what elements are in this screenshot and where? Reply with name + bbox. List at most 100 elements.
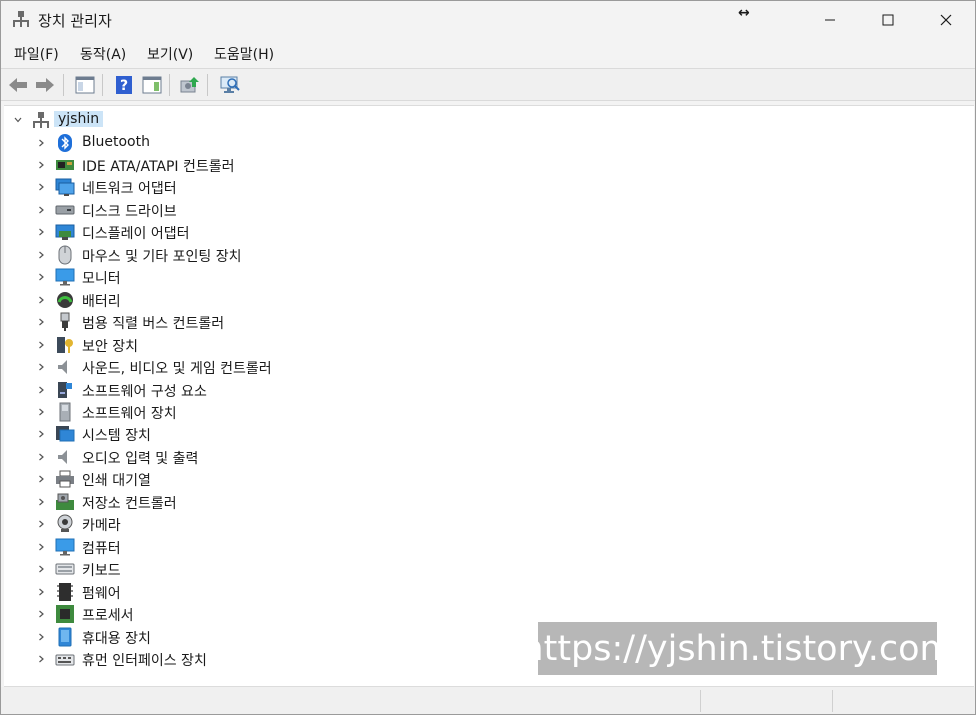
chevron-right-icon[interactable] — [36, 609, 46, 619]
help-icon[interactable]: ? — [113, 74, 135, 96]
tree-item-label: 인쇄 대기열 — [82, 473, 151, 489]
chevron-right-icon[interactable] — [36, 564, 46, 574]
tree-item[interactable]: 펌웨어 — [4, 581, 404, 603]
chevron-right-icon[interactable] — [36, 519, 46, 529]
tree-item[interactable]: 디스크 드라이브 — [4, 199, 404, 221]
tree-item-label: 오디오 입력 및 출력 — [82, 451, 199, 467]
tree-item[interactable]: Bluetooth — [4, 132, 404, 154]
tree-item[interactable]: 저장소 컨트롤러 — [4, 491, 404, 513]
portable-device-icon — [55, 627, 75, 647]
toolbar-separator — [207, 74, 208, 96]
forward-icon[interactable] — [34, 74, 56, 96]
tree-item-label: 소프트웨어 구성 요소 — [82, 384, 207, 400]
resize-arrows-icon: ↔ — [738, 5, 750, 21]
tree-item[interactable]: 시스템 장치 — [4, 423, 404, 445]
close-icon — [940, 14, 952, 26]
software-device-icon — [55, 402, 75, 422]
tree-item-label: 모니터 — [82, 271, 121, 287]
tree-item-label: 디스크 드라이브 — [82, 204, 177, 220]
watermark: https://yjshin.tistory.com — [521, 622, 954, 675]
tree-item-label: 디스플레이 어댑터 — [82, 226, 190, 242]
tree-item[interactable]: IDE ATA/ATAPI 컨트롤러 — [4, 154, 404, 176]
chevron-right-icon[interactable] — [36, 182, 46, 192]
menu-file[interactable]: 파일(F) — [14, 44, 59, 64]
chevron-right-icon[interactable] — [36, 452, 46, 462]
tree-item[interactable]: 사운드, 비디오 및 게임 컨트롤러 — [4, 356, 404, 378]
chevron-right-icon[interactable] — [36, 429, 46, 439]
tree-item[interactable]: 카메라 — [4, 513, 404, 535]
tree-item[interactable]: 컴퓨터 — [4, 536, 404, 558]
show-action-pane-icon[interactable] — [141, 74, 163, 96]
tree-item-label: 소프트웨어 장치 — [82, 406, 177, 422]
tree-item[interactable]: 보안 장치 — [4, 334, 404, 356]
tree-item[interactable]: 휴대용 장치 — [4, 626, 404, 648]
tree-item-label: Bluetooth — [82, 134, 150, 150]
tree-item[interactable]: 네트워크 어댑터 — [4, 176, 404, 198]
title-bar[interactable]: 장치 관리자 ↔ — [1, 1, 975, 39]
close-button[interactable] — [917, 1, 975, 39]
scan-hardware-icon[interactable] — [219, 74, 241, 96]
usb-icon — [55, 312, 75, 332]
tree-root[interactable]: yjshin — [4, 109, 304, 131]
chevron-right-icon[interactable] — [36, 587, 46, 597]
menu-bar: 파일(F) 동작(A) 보기(V) 도움말(H) — [1, 39, 975, 68]
tree-item[interactable]: 소프트웨어 구성 요소 — [4, 379, 404, 401]
tree-item-label: 저장소 컨트롤러 — [82, 496, 177, 512]
tree-item[interactable]: 키보드 — [4, 558, 404, 580]
tree-item[interactable]: 마우스 및 기타 포인팅 장치 — [4, 244, 404, 266]
back-icon[interactable] — [7, 74, 29, 96]
tree-item[interactable]: 디스플레이 어댑터 — [4, 221, 404, 243]
tree-item-label: 시스템 장치 — [82, 428, 151, 444]
tree-item-label: IDE ATA/ATAPI 컨트롤러 — [82, 159, 235, 175]
audio-io-icon — [55, 447, 75, 467]
status-bar — [1, 687, 975, 714]
tree-item-label: 펌웨어 — [82, 586, 121, 602]
chevron-right-icon[interactable] — [36, 474, 46, 484]
chevron-right-icon[interactable] — [36, 340, 46, 350]
chevron-right-icon[interactable] — [36, 632, 46, 642]
minimize-button[interactable] — [801, 1, 859, 39]
chevron-right-icon[interactable] — [36, 542, 46, 552]
show-hide-console-tree-icon[interactable] — [74, 74, 96, 96]
chevron-right-icon[interactable] — [36, 250, 46, 260]
bluetooth-icon — [55, 133, 75, 153]
menu-view[interactable]: 보기(V) — [147, 44, 193, 64]
device-manager-icon — [12, 10, 30, 28]
tree-item[interactable]: 소프트웨어 장치 — [4, 401, 404, 423]
chevron-right-icon[interactable] — [36, 654, 46, 664]
tree-item[interactable]: 프로세서 — [4, 603, 404, 625]
chevron-right-icon[interactable] — [36, 160, 46, 170]
tree-item[interactable]: 배터리 — [4, 289, 404, 311]
chevron-right-icon[interactable] — [36, 407, 46, 417]
tree-item-label: 프로세서 — [82, 608, 134, 624]
tree-item[interactable]: 범용 직렬 버스 컨트롤러 — [4, 311, 404, 333]
tree-item[interactable]: 오디오 입력 및 출력 — [4, 446, 404, 468]
chevron-right-icon[interactable] — [36, 205, 46, 215]
chevron-right-icon[interactable] — [36, 272, 46, 282]
minimize-icon — [825, 19, 835, 21]
chevron-down-icon[interactable] — [13, 115, 23, 125]
tree-item-label: 휴대용 장치 — [82, 631, 151, 647]
tree-item-label: 배터리 — [82, 294, 121, 310]
maximize-button[interactable] — [859, 1, 917, 39]
tree-item-label: 사운드, 비디오 및 게임 컨트롤러 — [82, 361, 272, 377]
toolbar-separator — [102, 74, 103, 96]
tree-item[interactable]: 휴먼 인터페이스 장치 — [4, 648, 404, 670]
chevron-right-icon[interactable] — [36, 227, 46, 237]
chevron-right-icon[interactable] — [36, 295, 46, 305]
chevron-right-icon[interactable] — [36, 385, 46, 395]
menu-action[interactable]: 동작(A) — [80, 44, 126, 64]
system-device-icon — [55, 424, 75, 444]
tree-item-label: 범용 직렬 버스 컨트롤러 — [82, 316, 225, 332]
chevron-right-icon[interactable] — [36, 362, 46, 372]
tree-root-label[interactable]: yjshin — [54, 111, 104, 127]
toolbar-separator — [63, 74, 64, 96]
menu-help[interactable]: 도움말(H) — [214, 44, 274, 64]
chevron-right-icon[interactable] — [36, 138, 46, 148]
chevron-right-icon[interactable] — [36, 497, 46, 507]
update-driver-icon[interactable] — [179, 74, 201, 96]
tree-item[interactable]: 모니터 — [4, 266, 404, 288]
sound-icon — [55, 357, 75, 377]
chevron-right-icon[interactable] — [36, 317, 46, 327]
tree-item[interactable]: 인쇄 대기열 — [4, 468, 404, 490]
